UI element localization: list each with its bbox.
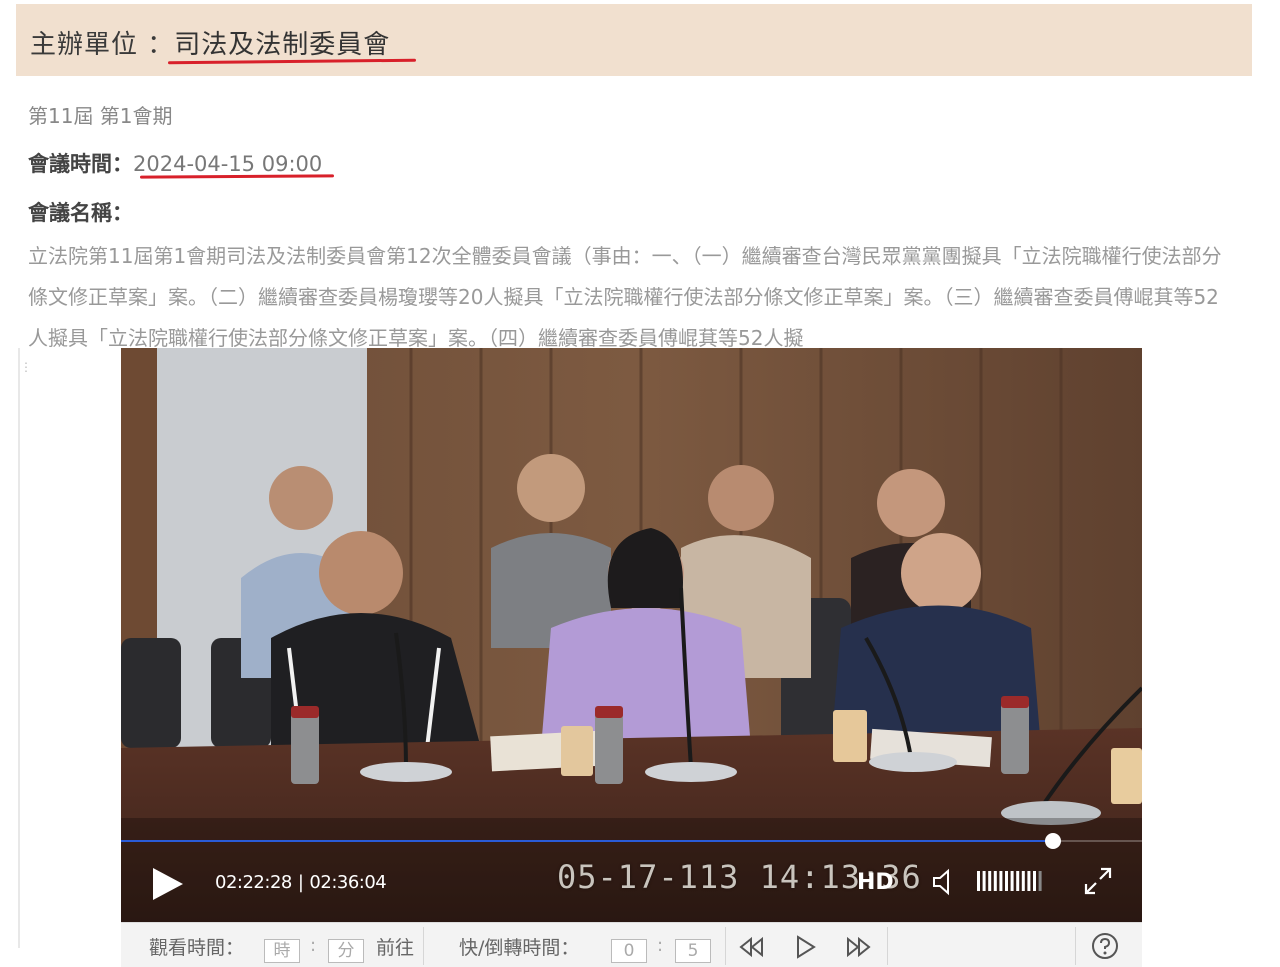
left-divider: [18, 348, 20, 948]
volume-bar: [977, 871, 980, 891]
meeting-name-label: 會議名稱：: [28, 201, 133, 225]
volume-bar: [999, 871, 1003, 891]
volume-bar: [1033, 871, 1036, 891]
control-divider: [887, 927, 888, 965]
skip-second-input[interactable]: 5: [675, 939, 711, 963]
video-frame: [121, 348, 1142, 922]
organizer-header: 主辦單位 ：司法及法制委員會: [16, 4, 1252, 76]
help-icon[interactable]: [1091, 932, 1119, 960]
hd-toggle-button[interactable]: HD: [857, 870, 894, 895]
volume-bar: [1038, 871, 1042, 891]
volume-icon[interactable]: [931, 868, 957, 896]
volume-bar: [982, 871, 986, 891]
volume-bar: [988, 871, 992, 891]
volume-bar: [1010, 871, 1014, 891]
volume-slider[interactable]: [977, 870, 1047, 892]
video-player[interactable]: 05-17-113 14:13:36 02:22:28 | 02:36:04 HD: [121, 348, 1142, 922]
volume-bar: [1005, 871, 1008, 891]
organizer-value: 司法及法制委員會: [174, 30, 391, 60]
control-divider: [725, 927, 726, 965]
progress-fill: [121, 840, 1054, 842]
total-time: 02:36:04: [309, 872, 387, 893]
skip-colon: :: [657, 935, 664, 956]
volume-bar: [1027, 871, 1031, 891]
meeting-time-row: 會議時間：2024-04-15 09:00: [28, 148, 322, 178]
session-info: 第11屆 第1會期: [28, 104, 173, 128]
hour-input[interactable]: 時: [264, 939, 300, 963]
current-time: 02:22:28: [215, 872, 292, 893]
time-display: 02:22:28 | 02:36:04: [215, 872, 387, 893]
skip-minute-input[interactable]: 0: [611, 939, 647, 963]
watch-time-label: 觀看時間：: [149, 937, 245, 959]
control-divider: [1075, 927, 1076, 965]
play-icon[interactable]: [149, 866, 185, 902]
volume-bar: [993, 871, 997, 891]
meeting-time-value: 2024-04-15 09:00: [133, 152, 323, 176]
meeting-time-underline: [139, 174, 335, 179]
fullscreen-icon[interactable]: [1083, 866, 1113, 896]
fast-forward-icon[interactable]: [845, 935, 873, 959]
rewind-icon[interactable]: [737, 935, 765, 959]
time-colon: :: [310, 935, 317, 956]
expand-handle[interactable]: ⋮: [20, 360, 32, 374]
play-small-icon[interactable]: [791, 935, 819, 959]
player-control-bar: 觀看時間： 時 : 分 前往 快/倒轉時間： 0 : 5: [121, 922, 1142, 967]
meeting-description: 立法院第11屆第1會期司法及法制委員會第12次全體委員會議（事由：一、（一）繼續…: [28, 244, 1222, 348]
volume-bar: [1016, 871, 1020, 891]
control-divider: [423, 927, 424, 965]
volume-bar: [1021, 871, 1025, 891]
time-separator: |: [297, 872, 304, 893]
minute-input[interactable]: 分: [328, 939, 364, 963]
organizer-text: 主辦單位 ：司法及法制委員會: [30, 24, 390, 61]
skip-time-label: 快/倒轉時間：: [459, 937, 580, 959]
go-button[interactable]: 前往: [376, 933, 414, 960]
meeting-time-label: 會議時間：: [28, 152, 133, 176]
organizer-label: 主辦單位 ：: [30, 30, 175, 60]
